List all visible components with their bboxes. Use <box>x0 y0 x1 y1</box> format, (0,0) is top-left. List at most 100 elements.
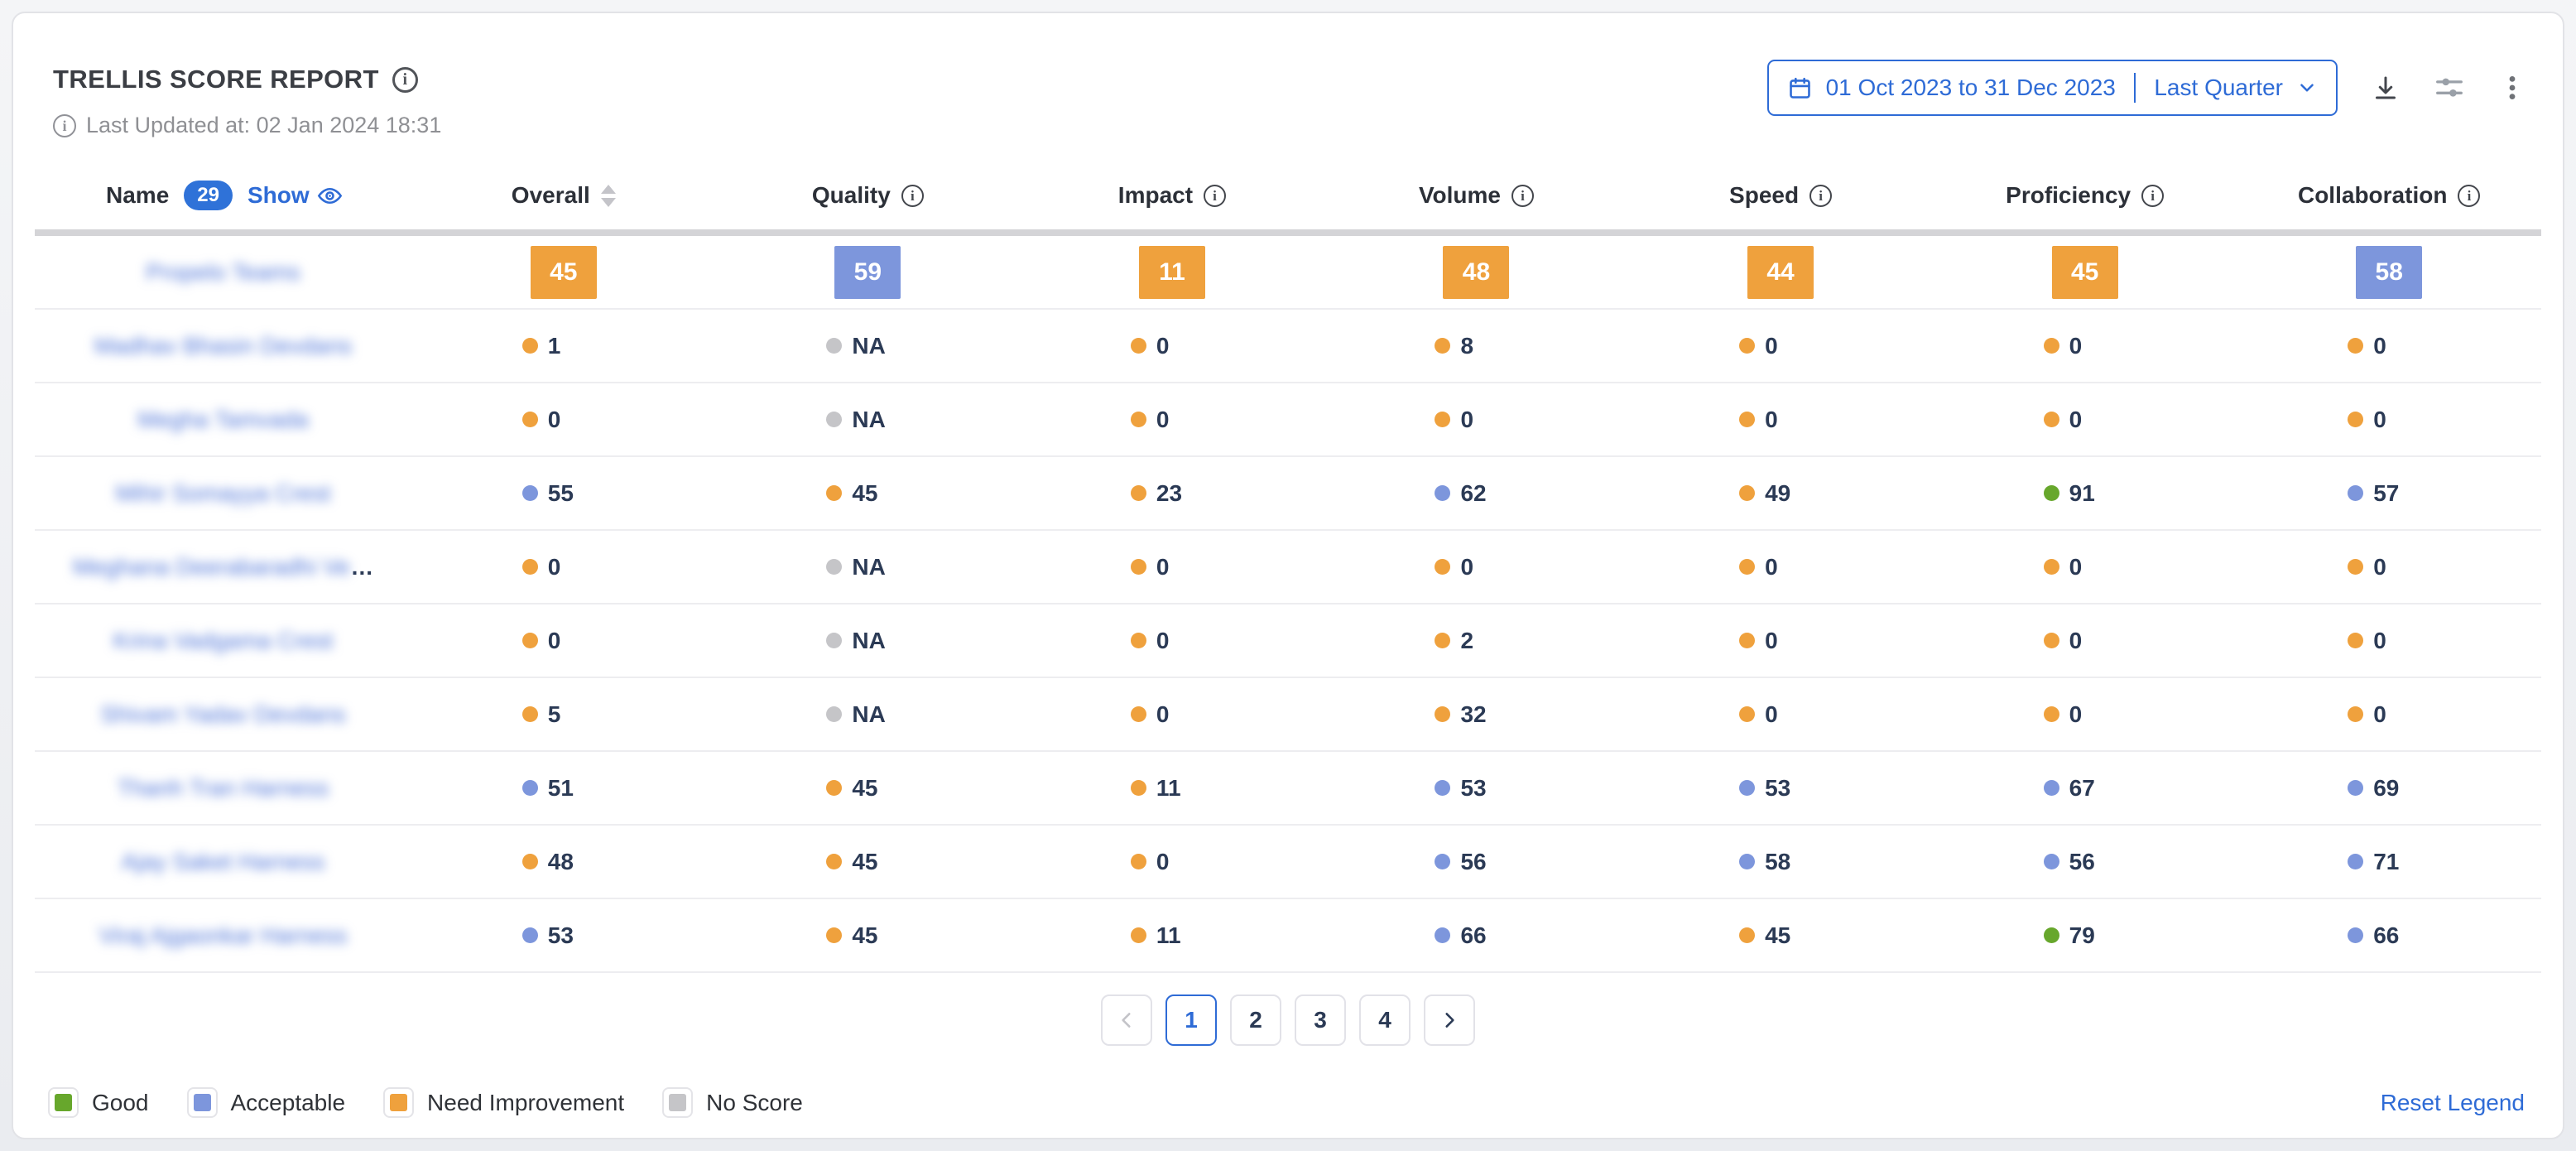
score-value: 45 <box>852 480 877 507</box>
dev-name-link[interactable]: Krina Vadgama Crest <box>113 628 334 654</box>
score-dot <box>522 706 538 722</box>
table-row: Viraj Ajgaonkar Harness 53 45 11 66 45 7… <box>35 899 2541 973</box>
info-icon[interactable] <box>1809 185 1832 207</box>
more-options-button[interactable] <box>2498 74 2526 102</box>
legend-item-need-improvement[interactable]: Need Improvement <box>383 1087 624 1118</box>
legend-item-no-score[interactable]: No Score <box>662 1087 803 1118</box>
info-icon[interactable] <box>1204 185 1226 207</box>
legend-item-acceptable[interactable]: Acceptable <box>187 1087 346 1118</box>
score-dot <box>826 706 842 722</box>
score-cell: 0 <box>1324 554 1629 580</box>
calendar-icon <box>1787 75 1813 101</box>
dev-name-link[interactable]: Viraj Ajgaonkar Harness <box>99 922 348 949</box>
row-name-cell[interactable]: Krina Vadgama Crest <box>35 628 411 654</box>
score-cell: 45 <box>716 480 1021 507</box>
score-value: NA <box>852 628 885 654</box>
dev-name-link[interactable]: Ajay Saket Harness <box>122 849 325 875</box>
score-dot <box>1435 706 1450 722</box>
page-button-1[interactable]: 1 <box>1165 994 1217 1046</box>
score-dot <box>1739 412 1755 427</box>
table-row: Meghana Deerabaradhi Ve... 0 NA 0 0 0 0 … <box>35 531 2541 604</box>
score-value: 45 <box>1765 922 1790 949</box>
row-name-cell[interactable]: Shivam Yadav Devdans <box>35 701 411 728</box>
dev-name-link[interactable]: Madhav Bhasin Devdans <box>94 333 352 359</box>
score-dot <box>522 854 538 869</box>
score-cell: 71 <box>2237 849 2541 875</box>
legend-item-good[interactable]: Good <box>48 1087 149 1118</box>
row-name-cell[interactable]: Thanh Tran Harness <box>35 775 411 802</box>
column-settings-button[interactable] <box>2434 72 2465 104</box>
score-value: 45 <box>852 922 877 949</box>
row-name-cell[interactable]: Mihir Somayya Crest <box>35 480 411 507</box>
row-name-cell[interactable]: Viraj Ajgaonkar Harness <box>35 922 411 949</box>
score-dot <box>826 854 842 869</box>
score-dot <box>2044 927 2059 943</box>
column-header-collaboration: Collaboration <box>2237 182 2541 209</box>
show-names-toggle[interactable]: Show <box>248 182 343 209</box>
score-cell: 0 <box>1020 554 1324 580</box>
score-dot <box>2348 854 2363 869</box>
info-icon[interactable] <box>2458 185 2480 207</box>
score-cell: 45 <box>716 775 1021 802</box>
info-icon[interactable] <box>1511 185 1534 207</box>
score-cell: 69 <box>2237 775 2541 802</box>
score-cell: 0 <box>1933 333 2237 359</box>
next-page-button[interactable] <box>1424 994 1475 1046</box>
info-icon[interactable] <box>2141 185 2164 207</box>
table-row: Krina Vadgama Crest 0 NA 0 2 0 0 0 <box>35 604 2541 678</box>
score-cell: 45 <box>1933 246 2237 299</box>
score-cell: 0 <box>1020 333 1324 359</box>
score-cell: 57 <box>2237 480 2541 507</box>
dev-name-link[interactable]: Meghana Deerabaradhi Ve <box>73 554 350 580</box>
score-dot <box>1131 633 1146 648</box>
score-value: 11 <box>1156 922 1181 949</box>
dev-name-link[interactable]: Megha Tamvada <box>137 407 309 433</box>
score-cell: 58 <box>2237 246 2541 299</box>
table-header-row: Name 29 Show Overall Quality Impact Volu… <box>35 161 2541 229</box>
row-name-cell[interactable]: Megha Tamvada <box>35 407 411 433</box>
row-name-cell[interactable]: Ajay Saket Harness <box>35 849 411 875</box>
score-dot <box>826 780 842 796</box>
score-value: 0 <box>1156 849 1170 875</box>
row-name-cell[interactable]: Madhav Bhasin Devdans <box>35 333 411 359</box>
reset-legend-link[interactable]: Reset Legend <box>2381 1090 2525 1116</box>
dev-name-link[interactable]: Shivam Yadav Devdans <box>100 701 345 728</box>
score-cell: 0 <box>2237 407 2541 433</box>
chevron-down-icon <box>2296 77 2318 99</box>
score-value: 0 <box>1765 701 1778 728</box>
score-cell: 0 <box>1020 849 1324 875</box>
score-value: 0 <box>1156 333 1170 359</box>
score-dot <box>1131 706 1146 722</box>
score-value: 0 <box>1460 407 1473 433</box>
score-dot <box>2348 338 2363 354</box>
score-cell: 2 <box>1324 628 1629 654</box>
page-button-4[interactable]: 4 <box>1359 994 1411 1046</box>
prev-page-button[interactable] <box>1101 994 1152 1046</box>
score-dot <box>826 338 842 354</box>
show-label: Show <box>248 182 310 209</box>
column-header-overall: Overall <box>411 182 716 209</box>
dev-name-link[interactable]: Thanh Tran Harness <box>118 775 329 802</box>
score-cell: 1 <box>411 333 716 359</box>
download-button[interactable] <box>2371 73 2401 103</box>
sort-control[interactable] <box>601 185 616 207</box>
score-dot <box>2044 854 2059 869</box>
date-preset-label: Last Quarter <box>2154 75 2283 101</box>
score-cell: 0 <box>1933 701 2237 728</box>
row-name-cell[interactable]: Meghana Deerabaradhi Ve... <box>35 554 411 580</box>
info-icon[interactable] <box>901 185 924 207</box>
dev-name-link[interactable]: Mihir Somayya Crest <box>116 480 331 507</box>
team-name-link[interactable]: Propelo Teams <box>146 259 300 286</box>
legend-label: No Score <box>706 1090 803 1116</box>
date-range-picker[interactable]: 01 Oct 2023 to 31 Dec 2023 Last Quarter <box>1767 60 2338 116</box>
score-cell: 8 <box>1324 333 1629 359</box>
page-button-2[interactable]: 2 <box>1230 994 1281 1046</box>
table-row: Shivam Yadav Devdans 5 NA 0 32 0 0 0 <box>35 678 2541 752</box>
row-name-cell[interactable]: Propelo Teams <box>35 259 411 286</box>
score-value: 5 <box>548 701 561 728</box>
score-cell: 0 <box>1628 554 1933 580</box>
page-button-3[interactable]: 3 <box>1295 994 1346 1046</box>
column-header-volume: Volume <box>1324 182 1629 209</box>
title-info-icon[interactable] <box>392 67 418 93</box>
table-row: Mihir Somayya Crest 55 45 23 62 49 91 57 <box>35 457 2541 531</box>
